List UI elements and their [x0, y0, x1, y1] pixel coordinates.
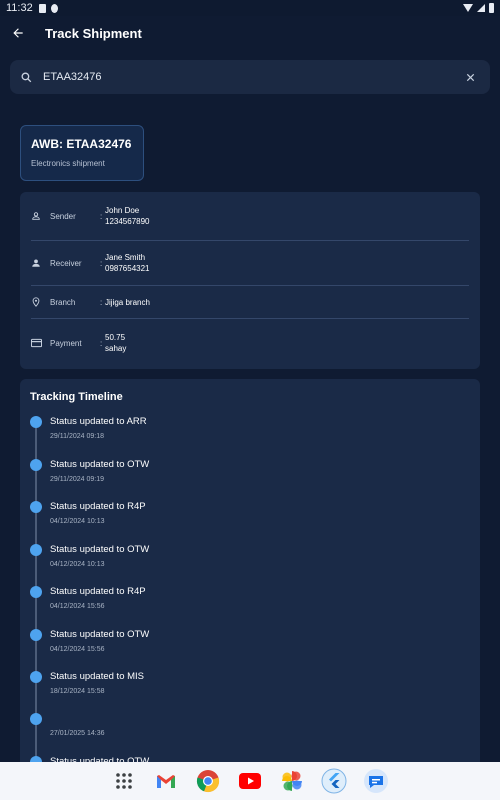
timeline-status: Status updated to MIS [50, 671, 145, 682]
timeline-dot [30, 586, 42, 598]
clear-button[interactable] [460, 67, 480, 87]
signal-icon [477, 4, 485, 12]
close-icon [466, 73, 474, 81]
app-drawer-icon[interactable] [111, 768, 137, 794]
detail-label: Sender [50, 211, 76, 221]
payment-method: sahay [105, 344, 127, 353]
timeline-dot [30, 713, 42, 725]
timeline-status: Status updated to R4P [50, 501, 146, 512]
status-bar: 11:32 [0, 0, 500, 16]
detail-value: Jane Smith 0987654321 [105, 252, 150, 274]
person-icon [31, 258, 50, 268]
timeline-dot [30, 459, 42, 471]
arrow-back-icon [13, 28, 23, 38]
sender-name: John Doe [105, 206, 140, 215]
sim-icon [38, 3, 46, 13]
awb-card: AWB: ETAA32476 Electronics shipment [20, 125, 144, 181]
chrome-icon[interactable] [195, 768, 221, 794]
person-outline-icon [31, 211, 50, 221]
gmail-icon[interactable] [153, 768, 179, 794]
status-time: 11:32 [6, 2, 33, 14]
detail-label: Branch [50, 297, 76, 307]
search-icon [21, 72, 32, 82]
timeline-dot [30, 416, 42, 428]
timeline-item: 27/01/2025 14:36 [20, 713, 460, 753]
detail-value: John Doe 1234567890 [105, 205, 150, 227]
timeline-status: Status updated to ARR [50, 416, 147, 427]
photos-icon[interactable] [279, 768, 305, 794]
awb-subtitle: Electronics shipment [31, 159, 105, 168]
receiver-phone: 0987654321 [105, 264, 150, 273]
timeline-date: 04/12/2024 15:56 [50, 646, 105, 653]
timeline-date: 04/12/2024 10:13 [50, 518, 105, 525]
receiver-name: Jane Smith [105, 253, 146, 262]
detail-row-payment: Payment : 50.75 sahay [31, 319, 469, 367]
timeline-dot [30, 544, 42, 556]
sender-phone: 1234567890 [105, 217, 150, 226]
timeline-date: 29/11/2024 09:19 [50, 476, 104, 483]
timeline-item: Status updated to R4P 04/12/2024 10:13 [20, 501, 460, 541]
timeline-status: Status updated to OTW [50, 629, 150, 640]
search-field[interactable]: ETAA32476 [10, 60, 490, 94]
detail-row-receiver: Receiver : Jane Smith 0987654321 [31, 241, 469, 286]
awb-title: AWB: ETAA32476 [31, 137, 132, 151]
timeline-item: Status updated to OTW 29/11/2024 09:19 [20, 459, 460, 499]
wifi-icon [463, 4, 473, 12]
app-bar: Track Shipment [0, 16, 500, 50]
youtube-icon[interactable] [237, 768, 263, 794]
timeline-status: Status updated to R4P [50, 586, 146, 597]
timeline-item: Status updated to OTW 04/12/2024 10:13 [20, 544, 460, 584]
timeline-item: Status updated to ARR 29/11/2024 09:18 [20, 416, 460, 456]
timeline-status: Status updated to OTW [50, 544, 150, 555]
timeline-title: Tracking Timeline [30, 391, 123, 403]
timeline-date: 27/01/2025 14:36 [50, 730, 105, 737]
messages-icon[interactable] [363, 768, 389, 794]
branch-name: Jijiga branch [105, 297, 150, 307]
location-pin-icon [31, 297, 50, 307]
detail-value: Jijiga branch [105, 297, 150, 308]
detail-label: Payment [50, 338, 82, 348]
timeline-status: Status updated to OTW [50, 459, 150, 470]
notification-icon [50, 3, 58, 13]
timeline-date: 04/12/2024 10:13 [50, 561, 105, 568]
app-dock [0, 762, 500, 800]
timeline-date: 18/12/2024 15:58 [50, 688, 105, 695]
flutter-app-icon[interactable] [321, 768, 347, 794]
timeline-dot [30, 629, 42, 641]
timeline-item: Status updated to R4P 04/12/2024 15:56 [20, 586, 460, 626]
payment-amount: 50.75 [105, 333, 126, 342]
search-input[interactable]: ETAA32476 [43, 71, 460, 83]
detail-row-branch: Branch : Jijiga branch [31, 286, 469, 319]
timeline-dot [30, 501, 42, 513]
detail-label: Receiver [50, 258, 82, 268]
credit-card-icon [31, 338, 50, 348]
detail-row-sender: Sender : John Doe 1234567890 [31, 192, 469, 241]
timeline-date: 29/11/2024 09:18 [50, 433, 104, 440]
status-icons [463, 3, 494, 13]
battery-icon [489, 3, 494, 13]
timeline-dot [30, 671, 42, 683]
timeline-item: Status updated to OTW 04/12/2024 15:56 [20, 629, 460, 669]
page-title: Track Shipment [45, 25, 142, 41]
timeline-date: 04/12/2024 15:56 [50, 603, 105, 610]
timeline-item: Status updated to MIS 18/12/2024 15:58 [20, 671, 460, 711]
back-button[interactable] [0, 16, 36, 50]
detail-value: 50.75 sahay [105, 332, 126, 354]
shipment-details-card: Sender : John Doe 1234567890 Receiver : … [20, 192, 480, 369]
tracking-timeline-card: Tracking Timeline Status updated to ARR … [20, 379, 480, 782]
